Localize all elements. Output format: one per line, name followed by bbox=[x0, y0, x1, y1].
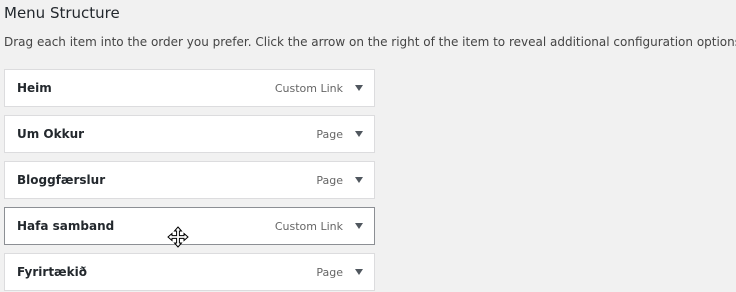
menu-item-title: Heim bbox=[17, 81, 52, 95]
chevron-down-icon[interactable] bbox=[352, 174, 366, 186]
menu-item-type: Custom Link bbox=[274, 82, 343, 95]
menu-item-title: Um Okkur bbox=[17, 127, 85, 141]
menu-item-fyrirtaekid[interactable]: Fyrirtækið Page bbox=[4, 253, 375, 291]
menu-item-bloggfaerslur[interactable]: Bloggfærslur Page bbox=[4, 161, 375, 199]
menu-item-type: Page bbox=[316, 266, 343, 279]
menu-instructions: Drag each item into the order you prefer… bbox=[4, 35, 736, 49]
menu-structure-title: Menu Structure bbox=[4, 4, 120, 22]
menu-item-um-okkur[interactable]: Um Okkur Page bbox=[4, 115, 375, 153]
menu-item-hafa-samband[interactable]: Hafa samband Custom Link bbox=[4, 207, 375, 245]
menu-item-heim[interactable]: Heim Custom Link bbox=[4, 69, 375, 107]
chevron-down-icon[interactable] bbox=[352, 128, 366, 140]
menu-item-type: Page bbox=[316, 128, 343, 141]
menu-item-type: Custom Link bbox=[274, 220, 343, 233]
menu-item-title: Hafa samband bbox=[17, 219, 115, 233]
chevron-down-icon[interactable] bbox=[352, 220, 366, 232]
move-cursor-icon bbox=[167, 226, 189, 248]
menu-item-title: Fyrirtækið bbox=[17, 265, 87, 279]
chevron-down-icon[interactable] bbox=[352, 266, 366, 278]
menu-item-type: Page bbox=[316, 174, 343, 187]
chevron-down-icon[interactable] bbox=[352, 82, 366, 94]
menu-item-title: Bloggfærslur bbox=[17, 173, 106, 187]
